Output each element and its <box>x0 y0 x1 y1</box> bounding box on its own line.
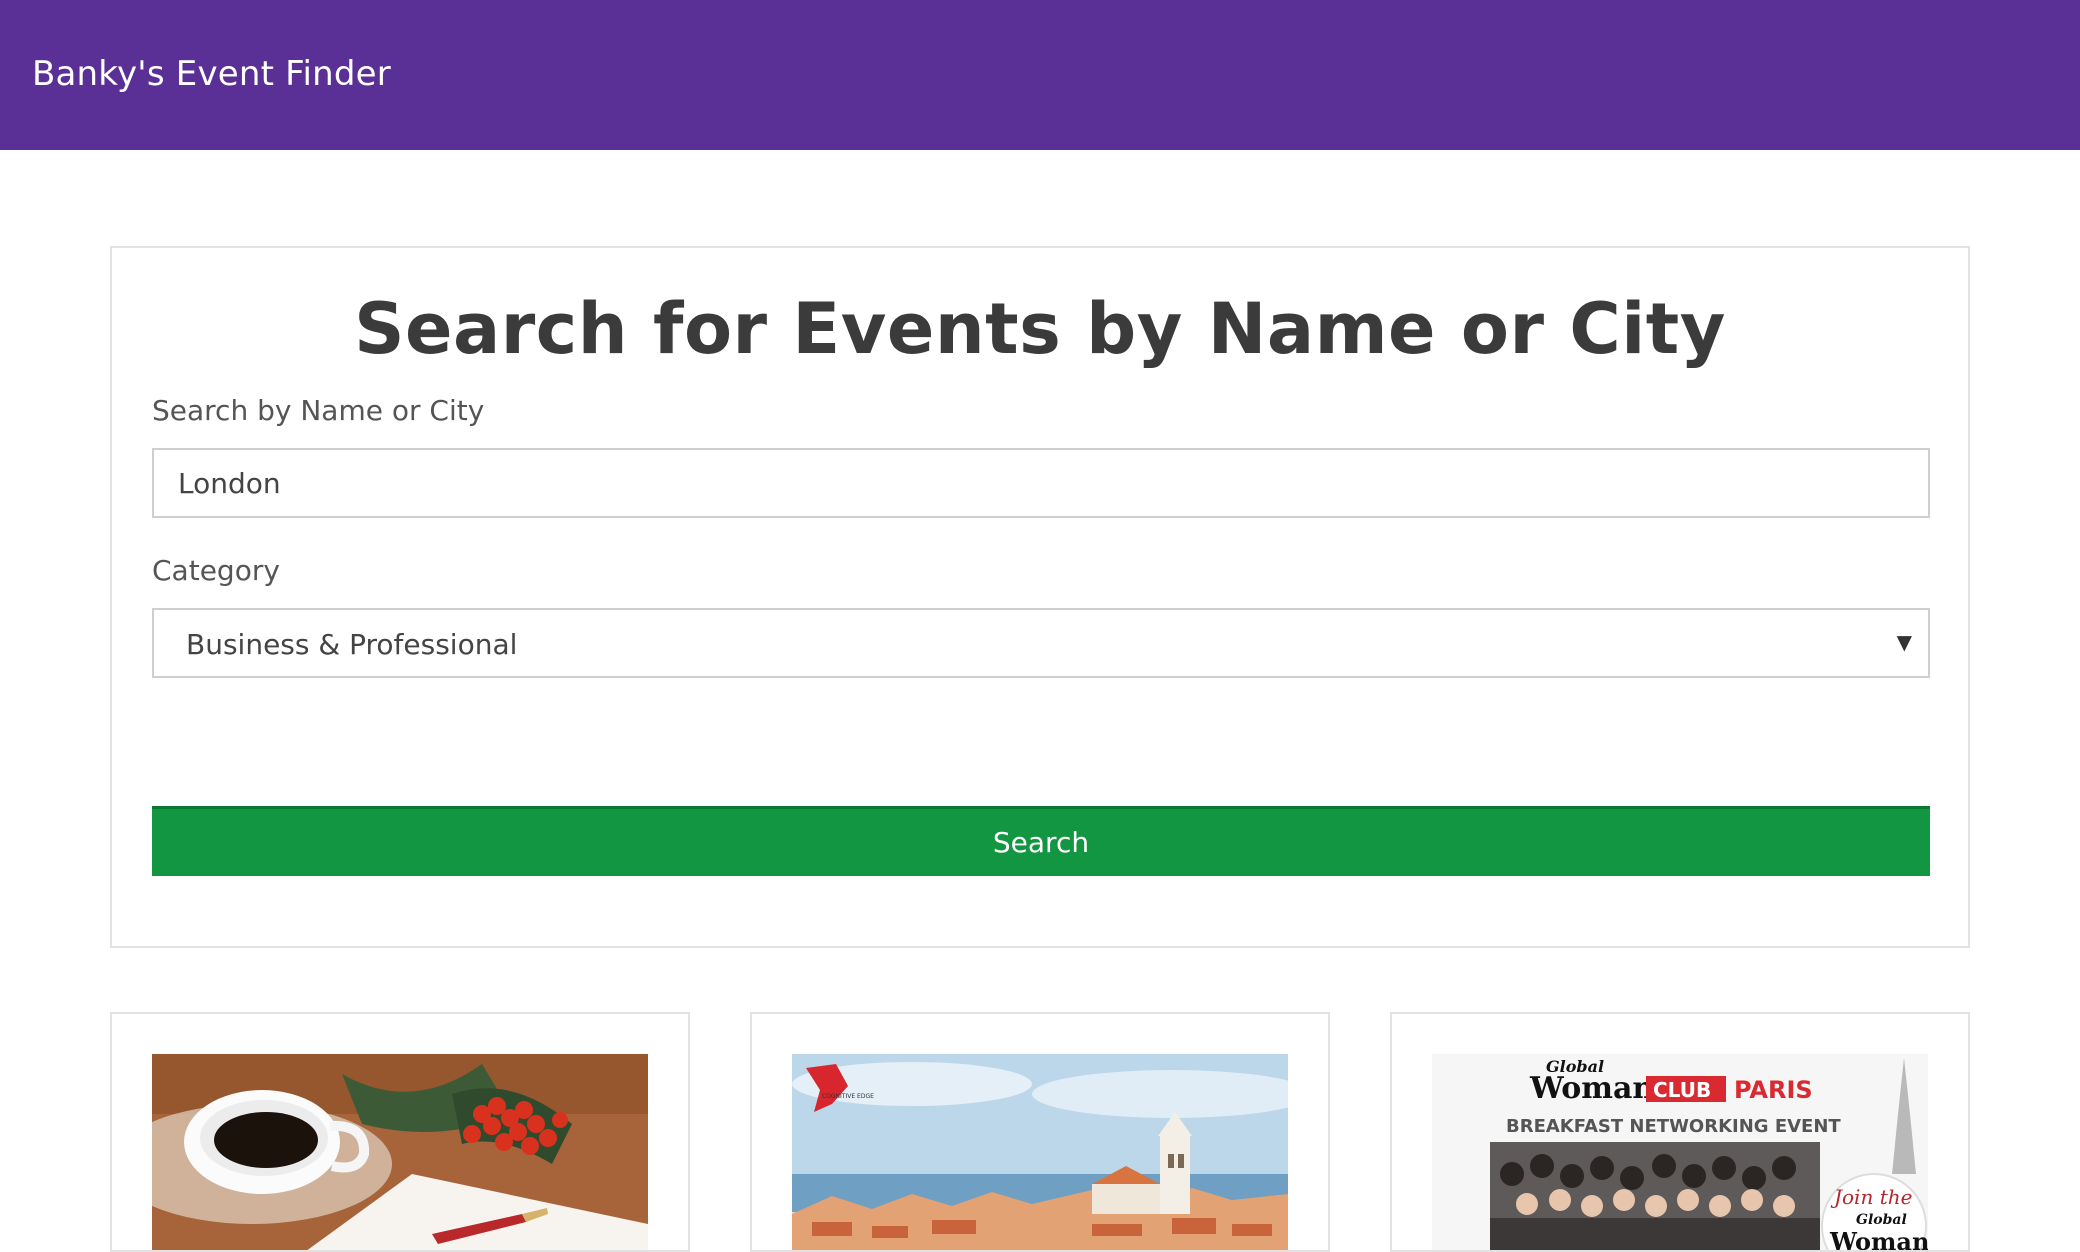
event-card[interactable] <box>110 1012 690 1252</box>
event-image[interactable] <box>152 1054 648 1250</box>
svg-text:Woman: Woman <box>1829 1227 1928 1252</box>
name-city-label: Search by Name or City <box>152 394 485 427</box>
event-card[interactable]: COGNITIVE EDGE <box>750 1012 1330 1252</box>
event-image[interactable]: Global Woman CLUB PARIS BREAKFAST NETWOR… <box>1432 1054 1928 1252</box>
svg-text:BREAKFAST NETWORKING EVENT: BREAKFAST NETWORKING EVENT <box>1506 1116 1841 1137</box>
navbar: Banky's Event Finder <box>0 0 2080 150</box>
search-panel: Search for Events by Name or City Search… <box>110 246 1970 948</box>
page-title: Search for Events by Name or City <box>354 288 1726 370</box>
event-image[interactable]: COGNITIVE EDGE <box>792 1054 1288 1250</box>
svg-text:Join the: Join the <box>1830 1185 1912 1209</box>
category-select[interactable]: Business & Professional ▼ <box>152 608 1930 678</box>
city-harbor-icon: COGNITIVE EDGE <box>792 1054 1288 1250</box>
category-selected-value: Business & Professional <box>186 628 518 661</box>
event-poster-graphic: Global Woman CLUB PARIS BREAKFAST NETWOR… <box>1432 1054 1928 1252</box>
chevron-down-icon: ▼ <box>1896 630 1912 654</box>
brand-link[interactable]: Banky's Event Finder <box>32 54 391 94</box>
search-button[interactable]: Search <box>152 806 1930 876</box>
name-city-input[interactable] <box>152 448 1930 518</box>
svg-text:COGNITIVE EDGE: COGNITIVE EDGE <box>822 1093 874 1100</box>
svg-text:Woman: Woman <box>1529 1071 1654 1106</box>
svg-text:CLUB: CLUB <box>1653 1078 1711 1102</box>
coffee-cup-icon <box>152 1054 648 1250</box>
svg-text:Global: Global <box>1856 1212 1907 1228</box>
category-label: Category <box>152 554 280 587</box>
svg-text:PARIS: PARIS <box>1734 1076 1813 1104</box>
event-card[interactable]: Global Woman CLUB PARIS BREAKFAST NETWOR… <box>1390 1012 1970 1252</box>
